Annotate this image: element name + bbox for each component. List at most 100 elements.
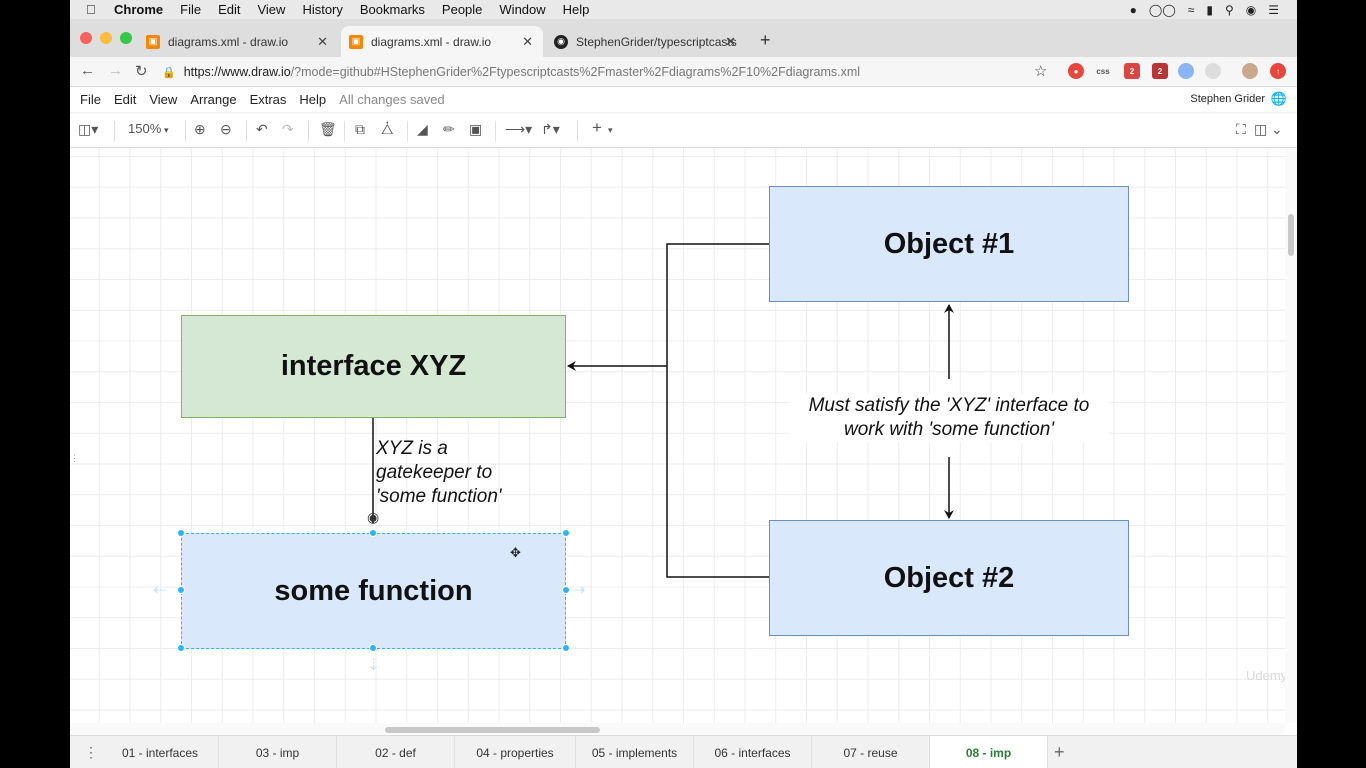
fill-color-icon[interactable]: ◢ — [417, 121, 428, 138]
drawio-menu-edit[interactable]: Edit — [114, 92, 136, 107]
undo-icon[interactable]: ↶ — [256, 121, 268, 138]
horizontal-scrollbar[interactable] — [70, 723, 1285, 735]
drawio-menu-arrange[interactable]: Arrange — [190, 92, 236, 107]
connector-object2-to-interface[interactable] — [666, 366, 769, 578]
search-icon[interactable]: ⚲ — [1225, 3, 1234, 17]
fullscreen-icon[interactable]: ⛶ — [1236, 121, 1246, 138]
add-page-button[interactable]: + — [1054, 742, 1065, 763]
object-1-box[interactable]: Object #1 — [769, 186, 1129, 302]
extension-grey-icon[interactable] — [1205, 63, 1221, 79]
drawio-menu-help[interactable]: Help — [299, 92, 326, 107]
menu-history[interactable]: History — [302, 2, 342, 17]
close-tab-icon[interactable]: ✕ — [725, 34, 736, 50]
page-tab-4[interactable]: 04 - properties — [455, 736, 576, 768]
apple-icon[interactable]:  — [86, 2, 102, 17]
clone-arrow-left-icon[interactable]: ⇠ — [153, 580, 166, 600]
forward-icon[interactable]: → — [108, 62, 123, 79]
update-icon[interactable]: ↑ — [1270, 63, 1286, 79]
new-tab-button[interactable]: + — [760, 30, 771, 51]
menu-app-name[interactable]: Chrome — [114, 2, 163, 17]
extension-css-icon[interactable]: css — [1095, 63, 1111, 79]
shadow-icon[interactable]: ▣ — [469, 121, 482, 138]
page-tab-2[interactable]: 03 - imp — [219, 736, 337, 768]
globe-icon[interactable]: 🌐 — [1271, 91, 1287, 107]
page-tab-5[interactable]: 05 - implements — [576, 736, 694, 768]
list-icon[interactable]: ☰ — [1268, 3, 1279, 17]
insert-icon[interactable]: + — [592, 118, 602, 138]
format-panel-icon[interactable]: ◫ — [1254, 121, 1267, 138]
extension-shield-icon[interactable]: 2 — [1152, 63, 1168, 79]
close-tab-icon[interactable]: ✕ — [317, 34, 328, 50]
interface-xyz-box[interactable]: interface XYZ — [181, 315, 566, 418]
drawio-menu-file[interactable]: File — [80, 92, 101, 107]
drawio-menu-view[interactable]: View — [149, 92, 177, 107]
horizontal-scroll-thumb[interactable] — [385, 727, 600, 733]
close-tab-icon[interactable]: ✕ — [522, 34, 533, 50]
waypoints-icon[interactable]: ↱▾ — [541, 121, 560, 138]
resize-handle[interactable] — [177, 529, 185, 537]
resize-handle[interactable] — [177, 586, 185, 594]
vertical-scroll-thumb[interactable] — [1288, 214, 1294, 256]
resize-handle[interactable] — [177, 644, 185, 652]
back-icon[interactable]: ← — [80, 62, 95, 79]
resize-handle[interactable] — [369, 529, 377, 537]
zoom-in-icon[interactable]: ⊕ — [194, 121, 206, 138]
resize-handle[interactable] — [562, 644, 570, 652]
drawio-menu-extras[interactable]: Extras — [250, 92, 287, 107]
pages-menu-icon[interactable]: ⋮ — [84, 744, 98, 761]
delete-icon[interactable]: 🗑 — [319, 121, 337, 138]
menu-help[interactable]: Help — [563, 2, 590, 17]
browser-tab-2[interactable]: ▣ diagrams.xml - draw.io ✕ — [341, 26, 543, 57]
battery-icon[interactable]: ▮ — [1206, 3, 1213, 17]
page-tab-7[interactable]: 07 - reuse — [812, 736, 930, 768]
resize-handle[interactable] — [562, 586, 570, 594]
reload-icon[interactable]: ↻ — [135, 62, 148, 80]
menu-file[interactable]: File — [180, 2, 201, 17]
sidebar-resizer[interactable]: ⋮ — [70, 453, 79, 464]
wifi-icon[interactable]: ≈ — [1188, 3, 1195, 17]
zoom-select[interactable]: 150% — [128, 121, 161, 136]
page-tab-8-active[interactable]: 08 - imp — [930, 736, 1048, 768]
menu-edit[interactable]: Edit — [218, 2, 240, 17]
glasses-icon[interactable]: ◯◯ — [1149, 3, 1176, 17]
connection-icon[interactable]: ⟶▾ — [505, 121, 532, 138]
extension-blue-icon[interactable] — [1178, 63, 1194, 79]
profile-avatar[interactable] — [1242, 63, 1258, 79]
diagram-canvas[interactable]: Object #1 interface XYZ Object #2 some f… — [70, 148, 1285, 723]
bookmark-star-icon[interactable]: ☆ — [1034, 62, 1047, 80]
line-color-icon[interactable]: ✏ — [443, 121, 455, 138]
siri-icon[interactable]: ◉ — [1246, 3, 1256, 17]
connection-point-icon[interactable]: ◉ — [367, 509, 379, 526]
menu-view[interactable]: View — [257, 2, 285, 17]
insert-dropdown-icon[interactable]: ▾ — [608, 125, 613, 136]
record-icon[interactable]: ● — [1130, 3, 1137, 17]
menu-window[interactable]: Window — [499, 2, 545, 17]
user-menu[interactable]: Stephen Grider — [1190, 93, 1265, 105]
panels-icon[interactable]: ◫▾ — [78, 121, 98, 138]
zoom-window-icon[interactable] — [120, 32, 132, 44]
menu-bookmarks[interactable]: Bookmarks — [360, 2, 425, 17]
some-function-box[interactable]: some function — [181, 533, 566, 649]
zoom-out-icon[interactable]: ⊖ — [220, 121, 232, 138]
satisfy-note[interactable]: Must satisfy the 'XYZ' interface to work… — [789, 394, 1109, 442]
redo-icon[interactable]: ↷ — [282, 121, 294, 138]
page-tab-6[interactable]: 06 - interfaces — [694, 736, 812, 768]
browser-tab-1[interactable]: ▣ diagrams.xml - draw.io ✕ — [138, 26, 338, 57]
zoom-dropdown-icon[interactable]: ▾ — [164, 125, 169, 136]
to-front-icon[interactable]: ⧉ — [355, 121, 365, 138]
close-window-icon[interactable] — [80, 32, 92, 44]
page-tab-3[interactable]: 02 - def — [337, 736, 455, 768]
vertical-scrollbar[interactable] — [1285, 148, 1297, 723]
clone-arrow-down-icon[interactable]: ⇣ — [367, 655, 380, 675]
collapse-icon[interactable]: ⌄ — [1271, 121, 1283, 138]
extension-badge-icon[interactable]: 2 — [1124, 63, 1140, 79]
page-tab-1[interactable]: 01 - interfaces — [102, 736, 219, 768]
extension-red-icon[interactable]: ● — [1068, 63, 1084, 79]
resize-handle[interactable] — [562, 529, 570, 537]
browser-tab-3[interactable]: ◉ StephenGrider/typescriptcasts ✕ — [546, 26, 746, 57]
clone-arrow-right-icon[interactable]: ⇢ — [572, 580, 585, 600]
url-field[interactable]: 🔒 https://www.draw.io/?mode=github#HStep… — [162, 60, 1058, 84]
to-back-icon[interactable]: ⧊ — [381, 121, 394, 138]
connector-object1-to-interface[interactable] — [666, 243, 769, 366]
menu-people[interactable]: People — [442, 2, 482, 17]
